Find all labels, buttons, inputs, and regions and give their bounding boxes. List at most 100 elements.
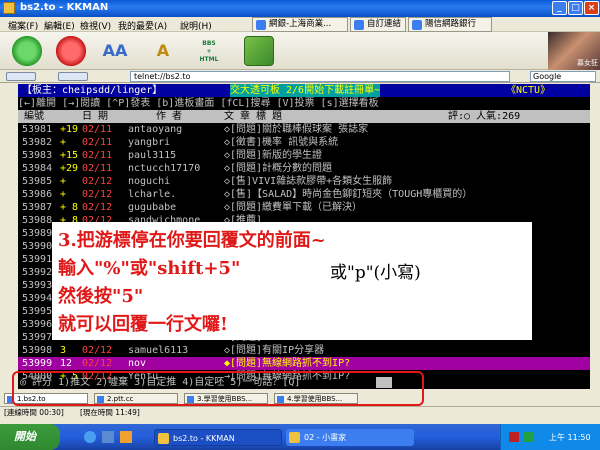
post-title: ◆[問題]無線網路抓不到IP? [224, 358, 351, 369]
post-number: 53985 [22, 176, 53, 187]
post-number: 53982 [22, 137, 53, 148]
board-header: 【板主：cheipsdd/linger】 交大透可板 2/6開始下載註冊單~ 《… [18, 84, 590, 97]
instruction-line-3: 然後按"5" [58, 286, 144, 307]
post-author: paul3115 [128, 150, 177, 161]
cube-icon[interactable] [244, 36, 274, 66]
taskbar-item-kkman[interactable]: bs2.to - KKMAN [154, 429, 282, 446]
desktop-quicklaunch-icon[interactable] [102, 431, 114, 443]
post-row[interactable]: 53984 +29 02/11 nctucch17170 ◇[問題]計概分數的問題 [18, 162, 590, 175]
column-header: 編號 日 期 作 者 文 章 標 題 評:○ 人氣:269 [18, 110, 590, 123]
globe-icon [354, 20, 364, 30]
post-number: 53988 [22, 215, 53, 226]
post-date: 02/12 [82, 189, 113, 200]
start-button[interactable]: 開始 [0, 424, 60, 450]
instruction-line-2: 輸入"%"或"shift+5" [58, 258, 241, 279]
post-row[interactable]: 53998 3 02/12 samuel6113 ◇[問題]有關IP分享器 [18, 344, 590, 357]
font-style-icon[interactable]: A [148, 36, 178, 66]
post-mark: +29 [60, 163, 79, 174]
bbs-html-toggle-icon[interactable]: BBS + HTML [194, 36, 224, 66]
post-date: 02/12 [82, 345, 113, 356]
minimize-button[interactable]: _ [552, 1, 567, 15]
board-moderators: 【板主：cheipsdd/linger】 [22, 85, 163, 96]
post-author: yangbri [128, 137, 171, 148]
menu-help[interactable]: 說明(H) [180, 19, 212, 32]
post-number: 53995 [22, 306, 53, 317]
go-icon[interactable] [12, 36, 42, 66]
thumbnail-photo: 慕女狂 [548, 32, 600, 70]
current-time: [現在時間 11:49] [80, 408, 140, 417]
post-title: ◇[徵書]機率 訊號與系統 [224, 137, 339, 148]
post-date: 02/11 [82, 137, 113, 148]
post-mark: + 8 [60, 202, 79, 213]
post-title: ◇[售]VIVI雜誌款膠帶+各類女生服飾 [224, 176, 393, 187]
post-number: 53981 [22, 124, 53, 135]
tray-icon[interactable] [509, 432, 519, 442]
post-row[interactable]: 53985 +02/12 noguchi ◇[售]VIVI雜誌款膠帶+各類女生服飾 [18, 175, 590, 188]
nav-chip-1[interactable] [6, 72, 36, 81]
taskbar-item-paint[interactable]: 02 - 小畫家 [286, 429, 414, 446]
instruction-overlay: 3.把游標停在你要回覆文的前面~ 輸入"%"或"shift+5" 或"p"(小寫… [52, 222, 532, 340]
post-row[interactable]: 53986 +02/12 lcharle. ◇[售]【SALAD】時尚金色鉚釘短夾（T… [18, 188, 590, 201]
nav-chip-2[interactable] [58, 72, 88, 81]
post-row[interactable]: 53981 +19 02/11 antaoyang ◇[問題]關於職棒假球案 張誌家 [18, 123, 590, 136]
board-name: 《NCTU》 [506, 85, 551, 96]
post-author: samuel6113 [128, 345, 189, 356]
window-titlebar: bs2.to - KKMAN _ □ × [0, 0, 600, 17]
url-input[interactable]: telnet://bs2.to [130, 71, 510, 82]
status-bar: [連線時間 00:30] [現在時間 11:49] [0, 406, 600, 418]
close-button[interactable]: × [584, 1, 599, 15]
post-date: 02/12 [82, 202, 113, 213]
post-number: 53989 [22, 228, 53, 239]
menu-view[interactable]: 檢視(V) [80, 19, 111, 32]
col-date: 日 期 [82, 111, 109, 122]
post-mark: + [60, 176, 67, 187]
link-tab-sunny-bank[interactable]: 陽信網路銀行 [408, 17, 492, 32]
post-row[interactable]: 53987 + 8 02/12 gugubabe ◇[問題]繳費單下載（已解決） [18, 201, 590, 214]
link-tab-custom[interactable]: 自訂連結 [350, 17, 406, 32]
media-quicklaunch-icon[interactable] [120, 431, 132, 443]
globe-icon [256, 20, 266, 30]
post-title: ◇[問題]計概分數的問題 [224, 163, 333, 174]
instruction-aside: 或"p"(小寫) [330, 263, 421, 283]
window-title: bs2.to - KKMAN [20, 2, 109, 13]
post-date: 02/12 [82, 176, 113, 187]
tray-icon[interactable] [523, 432, 533, 442]
post-number: 53984 [22, 163, 53, 174]
post-date: 02/11 [82, 150, 113, 161]
col-number: 編號 [24, 111, 44, 122]
menu-edit[interactable]: 編輯(E) [44, 19, 75, 32]
ie-quicklaunch-icon[interactable] [84, 431, 96, 443]
key-help-line: [←]離開 [→]閱讀 [^P]發表 [b]進板畫面 [fCL]搜尋 [V]投票… [18, 98, 379, 109]
post-row[interactable]: 53999 12 02/12 nov ◆[問題]無線網路抓不到IP? [18, 357, 590, 370]
post-number: 53996 [22, 319, 53, 330]
highlight-box [12, 371, 424, 406]
post-row[interactable]: 53983 +15 02/11 paul3115 ◇[問題]新版的學生證 [18, 149, 590, 162]
menu-favorites[interactable]: 我的最愛(A) [118, 19, 167, 32]
menu-file[interactable]: 檔案(F) [8, 19, 38, 32]
globe-icon [412, 20, 422, 30]
post-author: gugubabe [128, 202, 177, 213]
post-author: noguchi [128, 176, 171, 187]
kkman-app-icon [3, 2, 15, 14]
font-size-icon[interactable]: AA [100, 36, 130, 66]
post-mark: 3 [60, 345, 67, 356]
post-date: 02/11 [82, 163, 113, 174]
post-title: ◇[問題]繳費單下載（已解決） [224, 202, 363, 213]
post-date: 02/11 [82, 124, 113, 135]
post-title: ◇[問題]有關IP分享器 [224, 345, 325, 356]
post-number: 53991 [22, 254, 53, 265]
post-number: 53990 [22, 241, 53, 252]
system-tray: 上午 11:50 [500, 424, 600, 450]
maximize-button[interactable]: □ [568, 1, 583, 15]
link-tab-bank[interactable]: 網銀-上海商業... [252, 17, 348, 32]
board-announcement: 交大透可板 2/6開始下載註冊單~ [230, 84, 381, 97]
right-gutter [590, 84, 600, 389]
post-row[interactable]: 53982 +02/11 yangbri ◇[徵書]機率 訊號與系統 [18, 136, 590, 149]
post-number: 53987 [22, 202, 53, 213]
instruction-line-1: 3.把游標停在你要回覆文的前面~ [58, 230, 326, 251]
post-mark: +15 [60, 150, 79, 161]
post-mark: + [60, 137, 67, 148]
google-search-input[interactable]: Google [530, 71, 596, 82]
post-number: 53997 [22, 332, 53, 343]
stop-icon[interactable] [56, 36, 86, 66]
